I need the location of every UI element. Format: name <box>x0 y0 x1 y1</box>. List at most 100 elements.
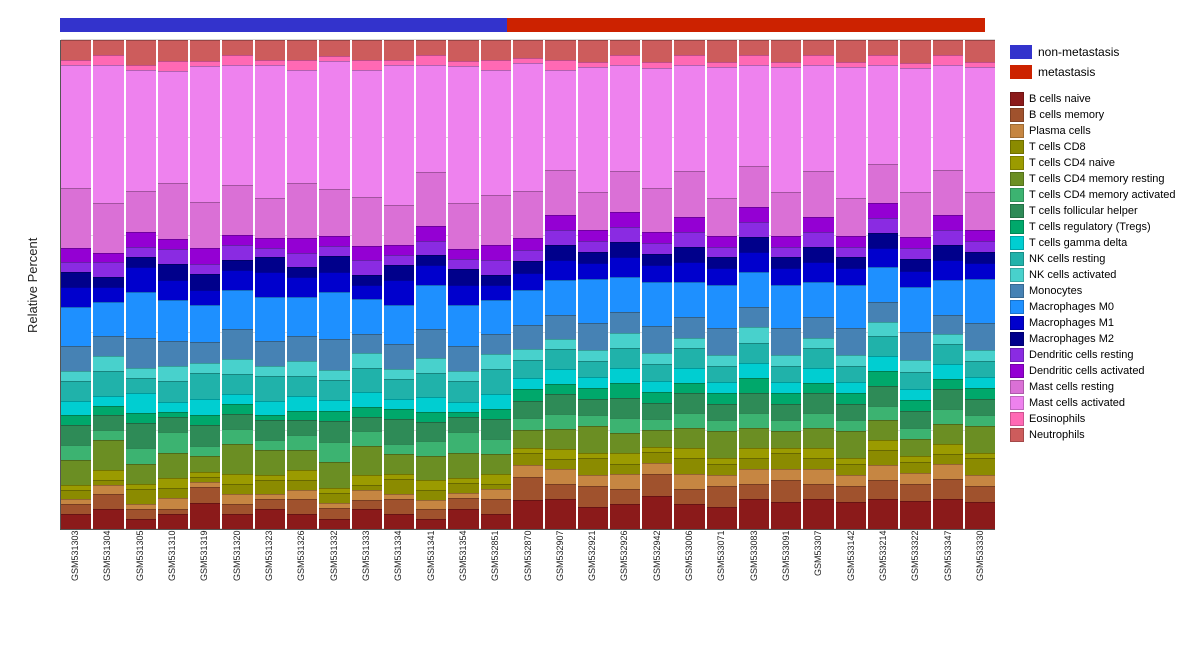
bar-segment <box>610 65 640 171</box>
bar-segment <box>578 279 608 322</box>
bar-segment <box>190 290 220 306</box>
x-label-item: GSM531332 <box>319 530 349 640</box>
bar-segment <box>222 245 252 260</box>
bar-segment <box>61 504 91 514</box>
legend-cell-swatch <box>1010 156 1024 170</box>
bar-segment <box>545 339 575 349</box>
bar-segment <box>287 490 317 500</box>
bar-segment <box>416 55 446 65</box>
legend-group-label: non-metastasis <box>1038 45 1119 59</box>
bar-segment <box>126 423 156 448</box>
bar-segment <box>545 315 575 340</box>
bar-segment <box>674 428 704 448</box>
bar-segment <box>868 218 898 233</box>
bar-segment <box>158 417 188 432</box>
bar-segment <box>481 514 511 529</box>
bar-segment <box>578 415 608 426</box>
bar-segment <box>222 374 252 394</box>
bar-segment <box>384 454 414 474</box>
bar-segment <box>674 40 704 55</box>
bar-segment <box>739 252 769 272</box>
legend-cell-swatch <box>1010 300 1024 314</box>
bar-segment <box>126 413 156 423</box>
legend-group-label: metastasis <box>1038 65 1095 79</box>
bar-segment <box>61 415 91 425</box>
bar-segment <box>642 40 672 62</box>
x-label-item: GSM532907 <box>545 530 575 640</box>
bar-segment <box>319 380 349 401</box>
legend-cell-swatch <box>1010 236 1024 250</box>
bar-segment <box>93 55 123 65</box>
bar-segment <box>674 348 704 368</box>
non-metastasis-bar <box>60 18 507 32</box>
bar-segment <box>707 464 737 475</box>
bar-segment <box>384 65 414 205</box>
bar-segment <box>481 354 511 369</box>
bar-segment <box>545 260 575 280</box>
bar-segment <box>900 372 930 389</box>
legend-cell-label: Mast cells resting <box>1029 381 1114 393</box>
bar-segment <box>836 404 866 420</box>
bar-segment <box>93 40 123 55</box>
bar-segment <box>448 417 478 432</box>
bar-segment <box>93 302 123 337</box>
bar-segment <box>416 65 446 173</box>
bar-segment <box>642 188 672 232</box>
bar-segment <box>933 215 963 230</box>
bar-column <box>448 40 478 529</box>
x-label-item: GSM531326 <box>286 530 316 640</box>
bar-segment <box>578 40 608 62</box>
bar-segment <box>448 432 478 452</box>
bar-segment <box>255 65 285 198</box>
bar-segment <box>642 353 672 364</box>
bar-segment <box>610 433 640 453</box>
bar-segment <box>868 302 898 322</box>
bar-segment <box>222 359 252 374</box>
bar-segment <box>803 413 833 428</box>
legend-cell-swatch <box>1010 380 1024 394</box>
bar-segment <box>319 236 349 246</box>
bar-segment <box>578 230 608 241</box>
bar-segment <box>674 338 704 348</box>
bar-segment <box>222 444 252 474</box>
bar-segment <box>739 272 769 307</box>
bar-segment <box>352 246 382 261</box>
bar-segment <box>319 508 349 518</box>
bar-segment <box>707 40 737 62</box>
bar-segment <box>287 183 317 237</box>
bar-segment <box>674 65 704 171</box>
bar-segment <box>965 475 995 486</box>
bar-segment <box>319 292 349 338</box>
x-label-item: GSM533330 <box>965 530 995 640</box>
legend-cell-item: T cells CD4 memory activated <box>1010 188 1190 202</box>
bar-segment <box>674 458 704 473</box>
bar-segment <box>868 386 898 406</box>
bar-segment <box>158 61 188 71</box>
bar-segment <box>384 245 414 255</box>
bar-segment <box>803 383 833 393</box>
bar-segment <box>803 469 833 484</box>
bar-column <box>513 40 543 529</box>
bar-column <box>384 40 414 529</box>
bar-segment <box>803 317 833 337</box>
bar-segment <box>803 282 833 317</box>
bar-segment <box>513 418 543 430</box>
legend-cell-swatch <box>1010 348 1024 362</box>
bar-segment <box>965 323 995 350</box>
legend-cell-item: T cells CD4 naive <box>1010 156 1190 170</box>
bar-segment <box>352 509 382 529</box>
bar-segment <box>158 402 188 412</box>
bar-segment <box>610 368 640 383</box>
x-label-item: GSM531305 <box>125 530 155 640</box>
bar-segment <box>803 368 833 383</box>
legend-cell-label: Plasma cells <box>1029 125 1091 137</box>
bar-segment <box>545 414 575 429</box>
bar-segment <box>836 285 866 328</box>
bar-segment <box>448 66 478 204</box>
bar-segment <box>933 364 963 379</box>
bar-segment <box>158 488 188 498</box>
chart-area: Relative Percent 0%20%40%60%80%100% GSM5… <box>5 10 995 640</box>
bar-segment <box>803 458 833 468</box>
bar-segment <box>93 203 123 252</box>
legend-cell-label: Monocytes <box>1029 285 1082 297</box>
